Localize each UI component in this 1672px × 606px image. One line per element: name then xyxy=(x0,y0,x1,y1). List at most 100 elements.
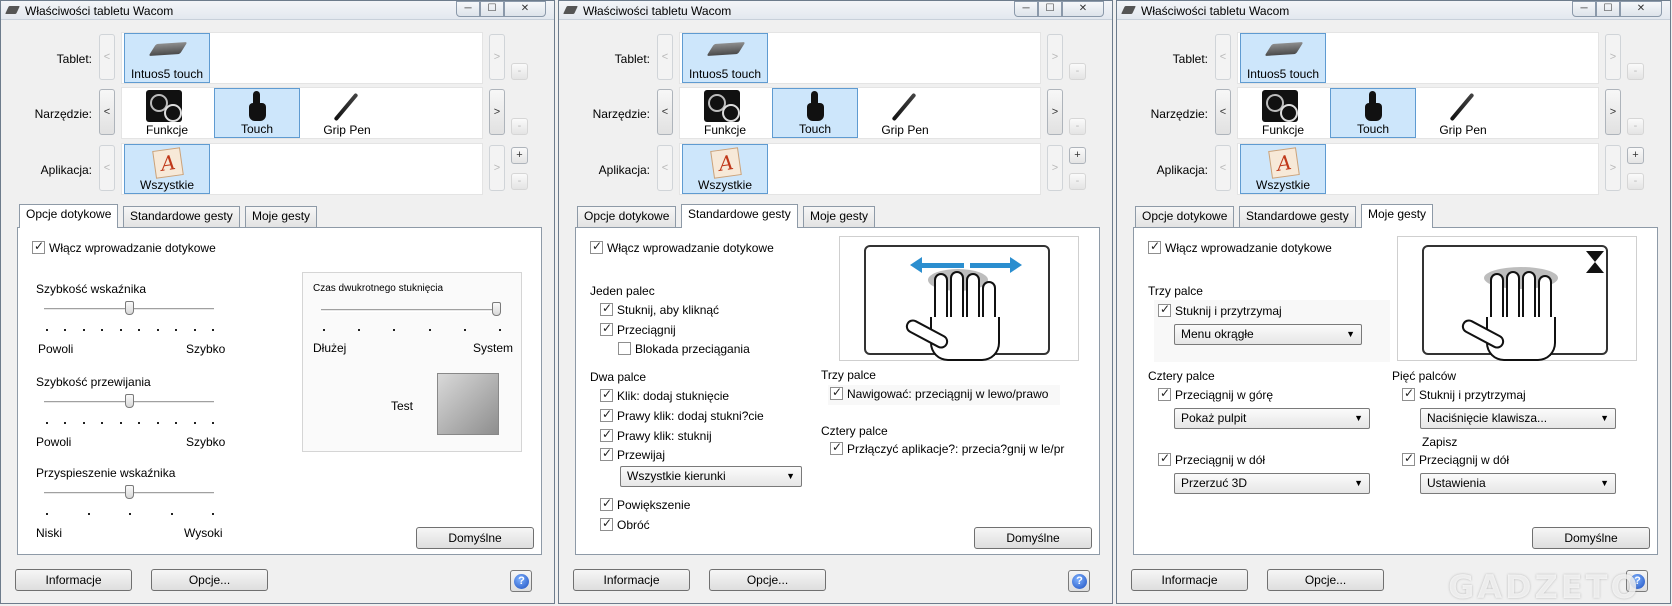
tool-touch[interactable]: Touch xyxy=(772,88,858,138)
app-add-button[interactable]: + xyxy=(511,147,528,164)
drag-checkbox[interactable]: Przeciągnij xyxy=(600,321,676,337)
close-button[interactable]: ✕ xyxy=(504,1,546,17)
app-next-button[interactable]: > xyxy=(1605,145,1621,191)
zoom-checkbox[interactable]: Powiększenie xyxy=(600,496,690,512)
maximize-button[interactable]: ☐ xyxy=(1596,1,1620,17)
enable-touch-checkbox[interactable]: Włącz wprowadzanie dotykowe xyxy=(32,239,216,255)
app-prev-button[interactable]: < xyxy=(1215,145,1231,191)
tab-standard-gestures[interactable]: Standardowe gesty xyxy=(681,204,798,228)
help-button[interactable]: ? xyxy=(510,570,532,592)
tablet-remove-button[interactable]: - xyxy=(1627,63,1644,80)
tab-standard-gestures[interactable]: Standardowe gesty xyxy=(123,206,240,227)
default-button[interactable]: Domyślne xyxy=(1532,527,1650,549)
settings-select[interactable]: Ustawienia ▼ xyxy=(1420,473,1616,494)
keystroke-select[interactable]: Naciśnięcie klawisza... ▼ xyxy=(1420,408,1616,429)
flip3d-select[interactable]: Przerzuć 3D ▼ xyxy=(1174,473,1370,494)
drag-down-checkbox[interactable]: Przeciągnij w dół xyxy=(1158,451,1265,467)
tab-standard-gestures[interactable]: Standardowe gesty xyxy=(1239,206,1356,227)
drag-lock-checkbox[interactable]: Blokada przeciągania xyxy=(618,342,750,356)
tool-remove-button[interactable]: - xyxy=(511,118,528,135)
tool-prev-button[interactable]: < xyxy=(657,89,673,135)
title-bar[interactable]: Właściwości tabletu Wacom ─ ☐ ✕ xyxy=(559,1,1112,20)
tablet-remove-button[interactable]: - xyxy=(1069,63,1086,80)
radial-menu-select[interactable]: Menu okrągłe ▼ xyxy=(1174,324,1362,345)
enable-touch-checkbox[interactable]: Włącz wprowadzanie dotykowe xyxy=(590,239,774,255)
tablet-remove-button[interactable]: - xyxy=(511,63,528,80)
tool-grip-pen[interactable]: Grip Pen xyxy=(304,88,390,138)
minimize-button[interactable]: ─ xyxy=(456,1,480,17)
app-remove-button[interactable]: - xyxy=(1069,173,1086,190)
options-button[interactable]: Opcje... xyxy=(151,569,268,591)
drag-down5-checkbox[interactable]: Przeciągnij w dół xyxy=(1402,451,1509,467)
scroll-checkbox[interactable]: Przewijaj xyxy=(600,446,665,462)
tablet-intuos5[interactable]: Intuos5 touch xyxy=(682,33,768,83)
switch-apps-checkbox[interactable]: Przłączyć aplikacje?: przecia?gnij w le/… xyxy=(830,440,1064,456)
app-all[interactable]: Wszystkie xyxy=(124,144,210,194)
app-add-button[interactable]: + xyxy=(1069,147,1086,164)
app-prev-button[interactable]: < xyxy=(99,145,115,191)
tab-touch-options[interactable]: Opcje dotykowe xyxy=(1135,206,1235,227)
minimize-button[interactable]: ─ xyxy=(1572,1,1596,17)
tablet-intuos5[interactable]: Intuos5 touch xyxy=(1240,33,1326,83)
tap-click-checkbox[interactable]: Stuknij, aby kliknąć xyxy=(600,301,719,317)
default-button[interactable]: Domyślne xyxy=(974,527,1092,549)
right-click-add-checkbox[interactable]: Prawy klik: dodaj stukni?cie xyxy=(600,407,764,423)
tool-funkcje[interactable]: Funkcje xyxy=(682,88,768,138)
tool-touch[interactable]: Touch xyxy=(1330,88,1416,138)
tab-touch-options[interactable]: Opcje dotykowe xyxy=(577,206,677,227)
app-add-button[interactable]: + xyxy=(1627,147,1644,164)
app-next-button[interactable]: > xyxy=(489,145,505,191)
tab-touch-options[interactable]: Opcje dotykowe xyxy=(19,204,119,228)
tab-my-gestures[interactable]: Moje gesty xyxy=(803,206,876,227)
help-button[interactable]: ? xyxy=(1068,570,1090,592)
scroll-direction-select[interactable]: Wszystkie kierunki ▼ xyxy=(620,466,802,487)
tool-funkcje[interactable]: Funkcje xyxy=(1240,88,1326,138)
tool-remove-button[interactable]: - xyxy=(1069,118,1086,135)
scroll-speed-slider[interactable] xyxy=(124,394,134,408)
app-prev-button[interactable]: < xyxy=(657,145,673,191)
app-all[interactable]: Wszystkie xyxy=(1240,144,1326,194)
default-button[interactable]: Domyślne xyxy=(416,527,534,549)
tool-prev-button[interactable]: < xyxy=(1215,89,1231,135)
app-remove-button[interactable]: - xyxy=(1627,173,1644,190)
acceleration-slider[interactable] xyxy=(124,485,134,499)
show-desktop-select[interactable]: Pokaż pulpit ▼ xyxy=(1174,408,1370,429)
tablet-next-button[interactable]: > xyxy=(489,34,505,80)
tab-my-gestures[interactable]: Moje gesty xyxy=(1361,204,1434,228)
tablet-prev-button[interactable]: < xyxy=(657,34,673,80)
tap-hold5-checkbox[interactable]: Stuknij i przytrzymaj xyxy=(1402,386,1526,402)
maximize-button[interactable]: ☐ xyxy=(480,1,504,17)
tool-funkcje[interactable]: Funkcje xyxy=(124,88,210,138)
tool-next-button[interactable]: > xyxy=(489,89,505,135)
options-button[interactable]: Opcje... xyxy=(709,569,826,591)
tablet-next-button[interactable]: > xyxy=(1047,34,1063,80)
tablet-prev-button[interactable]: < xyxy=(1215,34,1231,80)
tap-hold-checkbox[interactable]: Stuknij i przytrzymaj xyxy=(1158,302,1282,318)
tool-grip-pen[interactable]: Grip Pen xyxy=(1420,88,1506,138)
information-button[interactable]: Informacje xyxy=(15,569,132,591)
title-bar[interactable]: Właściwości tabletu Wacom ─ ☐ ✕ xyxy=(1,1,554,20)
tool-remove-button[interactable]: - xyxy=(1627,118,1644,135)
app-remove-button[interactable]: - xyxy=(511,173,528,190)
rotate-checkbox[interactable]: Obróć xyxy=(600,516,650,532)
information-button[interactable]: Informacje xyxy=(573,569,690,591)
drag-up-checkbox[interactable]: Przeciągnij w górę xyxy=(1158,386,1273,402)
tablet-next-button[interactable]: > xyxy=(1605,34,1621,80)
click-add-tap-checkbox[interactable]: Klik: dodaj stuknięcie xyxy=(600,387,729,403)
enable-touch-checkbox[interactable]: Włącz wprowadzanie dotykowe xyxy=(1148,239,1332,255)
information-button[interactable]: Informacje xyxy=(1131,569,1248,591)
tool-next-button[interactable]: > xyxy=(1605,89,1621,135)
tool-next-button[interactable]: > xyxy=(1047,89,1063,135)
minimize-button[interactable]: ─ xyxy=(1014,1,1038,17)
tool-touch[interactable]: Touch xyxy=(214,88,300,138)
tab-my-gestures[interactable]: Moje gesty xyxy=(245,206,318,227)
app-all[interactable]: Wszystkie xyxy=(682,144,768,194)
title-bar[interactable]: Właściwości tabletu Wacom ─ ☐ ✕ xyxy=(1117,1,1670,20)
maximize-button[interactable]: ☐ xyxy=(1038,1,1062,17)
tablet-intuos5[interactable]: Intuos5 touch xyxy=(124,33,210,83)
tool-prev-button[interactable]: < xyxy=(99,89,115,135)
close-button[interactable]: ✕ xyxy=(1620,1,1662,17)
app-next-button[interactable]: > xyxy=(1047,145,1063,191)
options-button[interactable]: Opcje... xyxy=(1267,569,1384,591)
navigate-checkbox[interactable]: Nawigować: przeciągnij w lewo/prawo xyxy=(828,385,1060,405)
